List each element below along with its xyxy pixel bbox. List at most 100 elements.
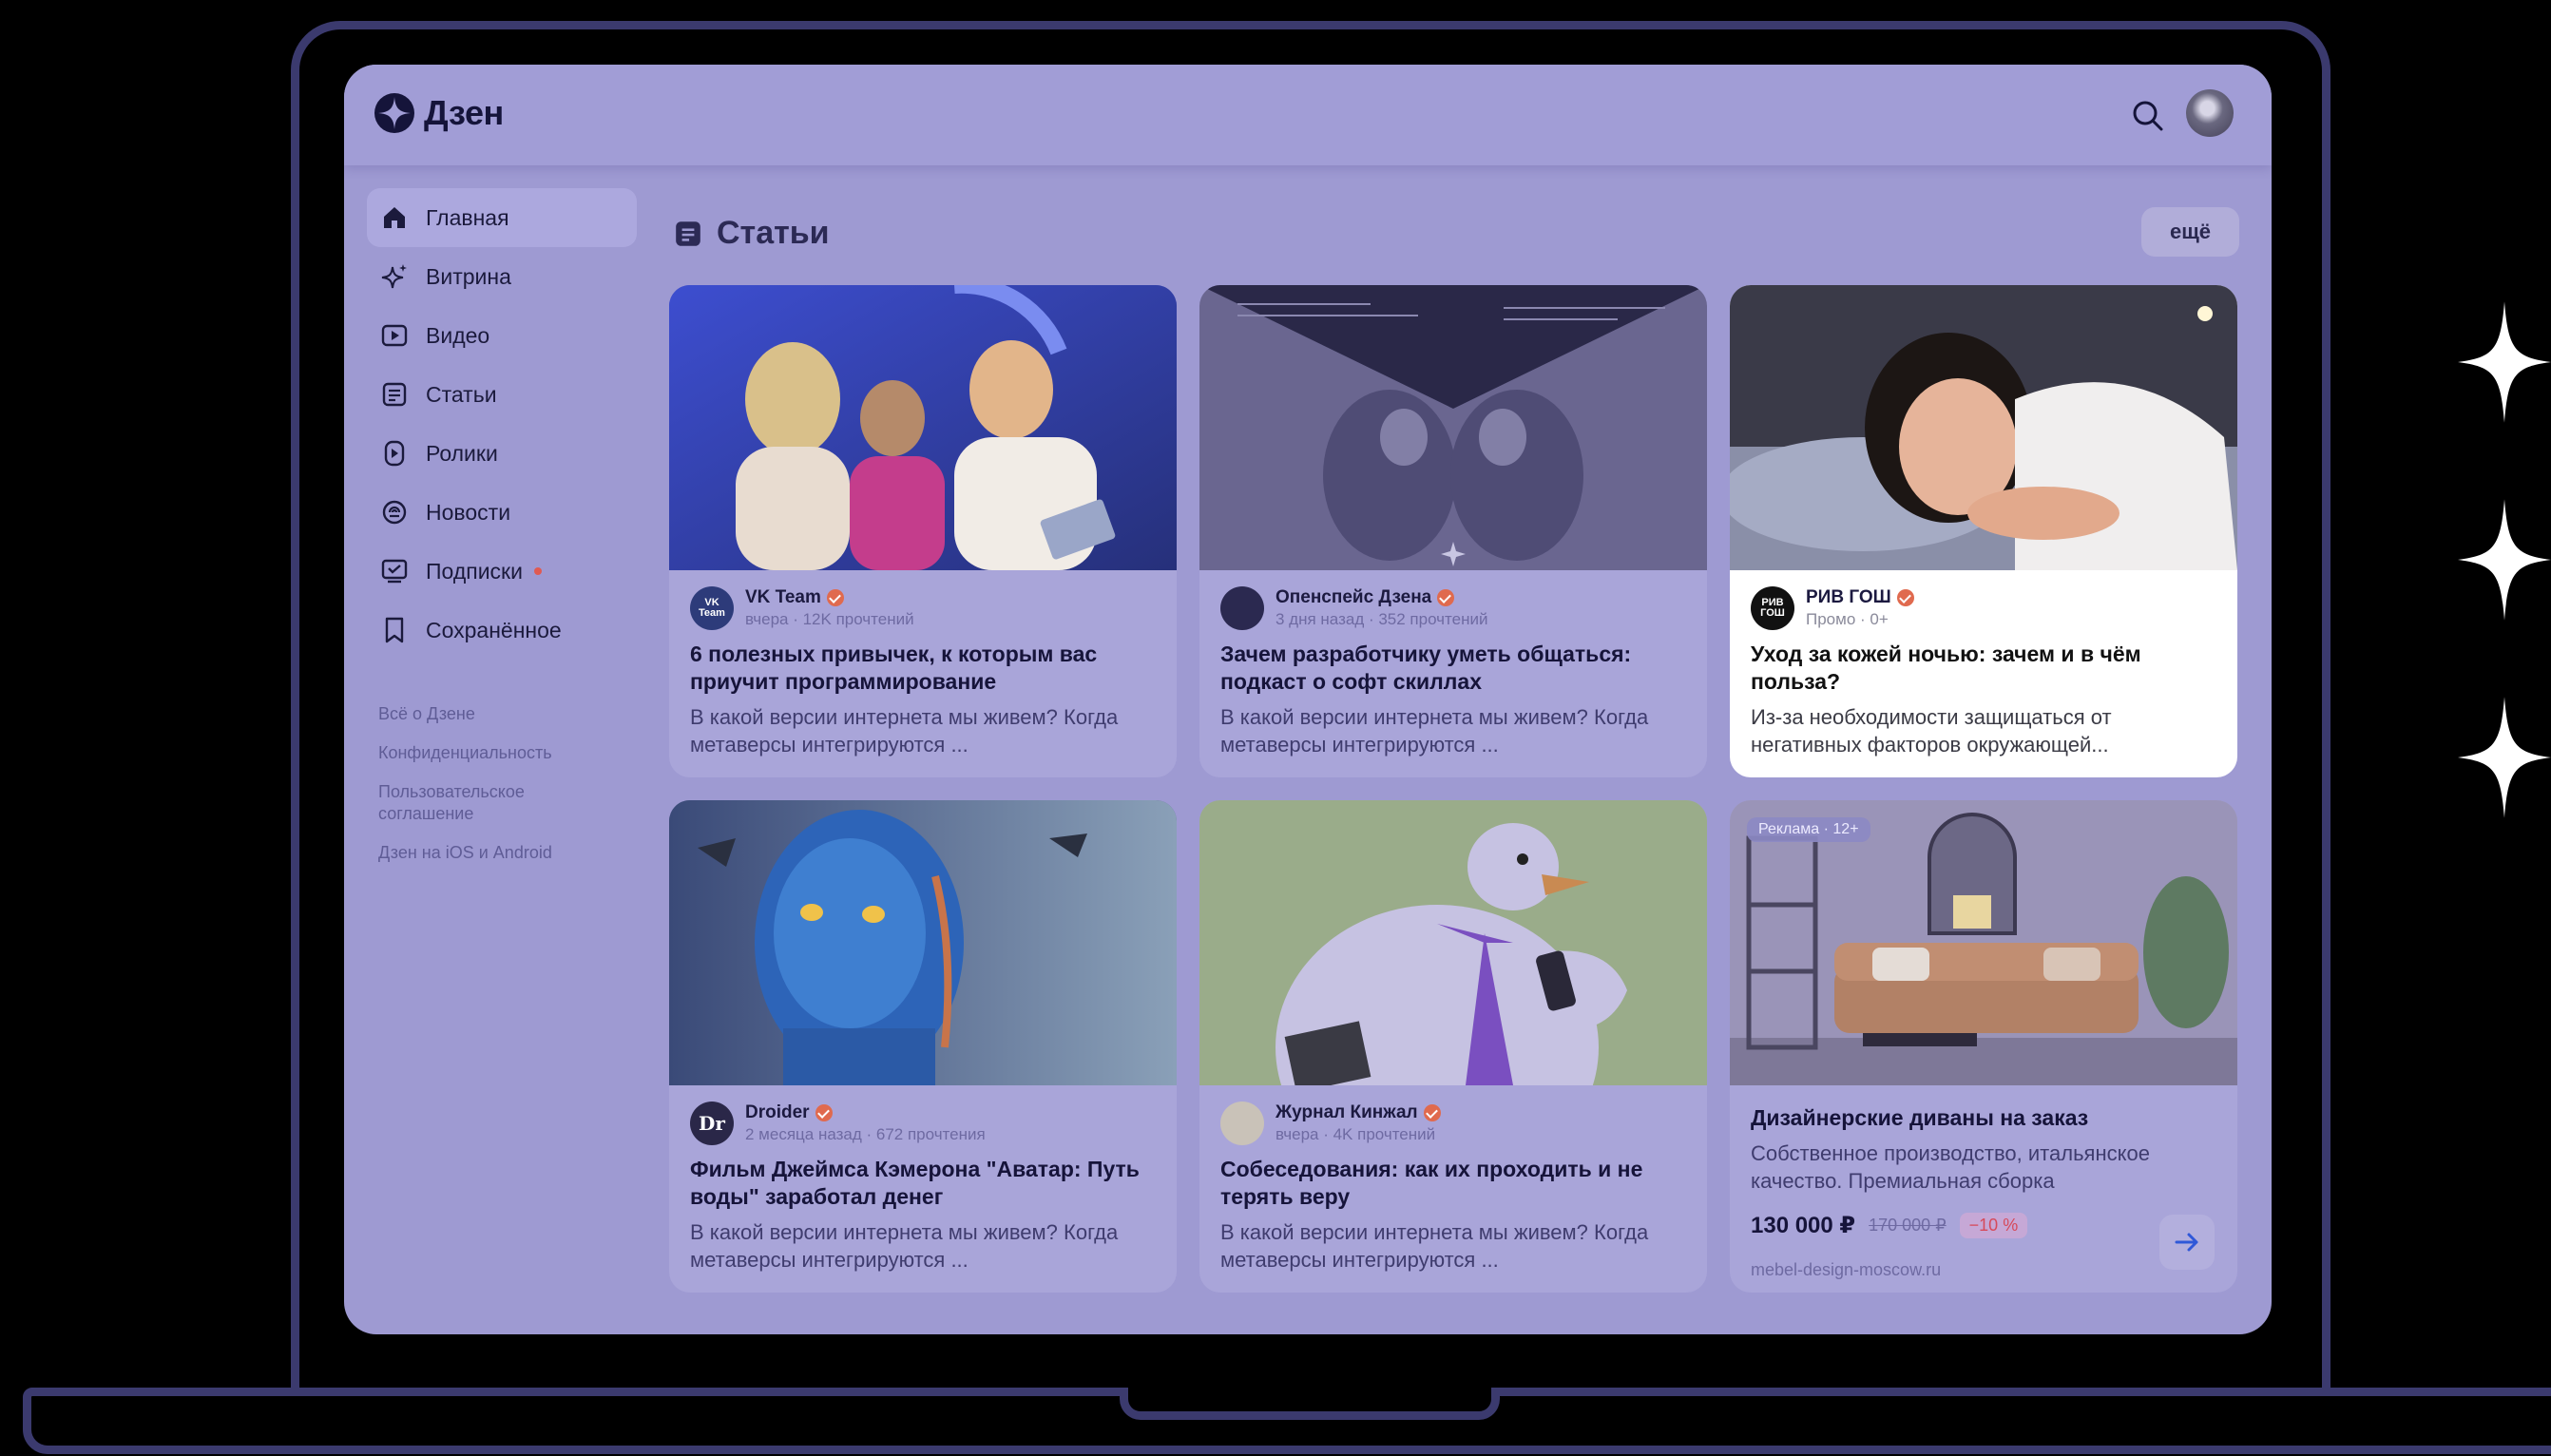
bookmark-icon [380, 616, 409, 644]
footer-link-apps[interactable]: Дзен на iOS и Android [378, 842, 587, 864]
sparkle-icon [2458, 300, 2551, 424]
sidebar-item-label: Статьи [426, 381, 497, 407]
article-snippet: Из-за необходимости защищаться от негати… [1751, 705, 2112, 757]
article-meta: 3 дня назад · 352 прочтений [1276, 610, 1488, 628]
article-meta: вчера · 4K прочтений [1276, 1125, 1436, 1143]
price-row: 130 000 ₽ 170 000 ₽ −10 % [1751, 1212, 2216, 1239]
author-avatar: РИВ ГОШ [1751, 586, 1794, 630]
sidebar-item-articles[interactable]: Статьи [367, 365, 637, 424]
footer-link-about[interactable]: Всё о Дзене [378, 703, 587, 725]
ad-card[interactable]: Реклама · 12+ Дизайнерские диваны на зак… [1730, 800, 2237, 1293]
sidebar-item-showcase[interactable]: Витрина [367, 247, 637, 306]
notification-dot [533, 567, 542, 575]
article-body: Опенспейс Дзена 3 дня назад · 352 прочте… [1199, 570, 1707, 758]
discount-badge: −10 % [1959, 1213, 2028, 1238]
search-icon[interactable] [2129, 97, 2167, 135]
sparkle-icon [2458, 696, 2551, 819]
footer-link-privacy[interactable]: Конфиденциальность [378, 742, 587, 764]
price: 130 000 ₽ [1751, 1213, 1856, 1238]
article-meta: вчера · 12K прочтений [745, 610, 914, 628]
article-title[interactable]: Собеседования: как их проходить и не тер… [1220, 1156, 1686, 1211]
app-screen: Дзен Главная Витрина Видео Статьи Ролики… [344, 65, 2272, 1334]
author-row: Dr Droider 2 месяца назад · 672 прочтени… [690, 1101, 1156, 1146]
author-avatar: VK Team [690, 586, 734, 630]
laptop-notch [1120, 1388, 1500, 1420]
article-title[interactable]: Фильм Джеймса Кэмерона "Аватар: Путь вод… [690, 1156, 1156, 1211]
sidebar-item-saved[interactable]: Сохранённое [367, 601, 637, 660]
article-image [1199, 800, 1707, 1085]
section-header: Статьи [673, 215, 830, 252]
author-row: РИВ ГОШ РИВ ГОШ Промо · 0+ [1751, 585, 2216, 631]
author-name[interactable]: VK Team [745, 587, 914, 608]
article-card-promo[interactable]: РИВ ГОШ РИВ ГОШ Промо · 0+ Уход за кожей… [1730, 285, 2237, 777]
article-title[interactable]: 6 полезных привычек, к которым вас приуч… [690, 641, 1156, 696]
article-body: Журнал Кинжал вчера · 4K прочтений Собес… [1199, 1085, 1707, 1274]
verified-badge-icon [1896, 589, 1914, 606]
sidebar-item-subscriptions[interactable]: Подписки [367, 542, 637, 601]
more-button[interactable]: ещё [2140, 207, 2239, 257]
article-image [1730, 285, 2237, 570]
sidebar-item-news[interactable]: Новости [367, 483, 637, 542]
article-image [669, 285, 1177, 570]
author-name-text: Droider [745, 1102, 810, 1122]
verified-badge-icon [815, 1104, 833, 1121]
sidebar-item-label: Ролики [426, 440, 498, 466]
ad-go-button[interactable] [2159, 1215, 2215, 1270]
sidebar-footer: Всё о Дзене Конфиденциальность Пользоват… [367, 703, 637, 864]
article-body: Dr Droider 2 месяца назад · 672 прочтени… [669, 1085, 1177, 1274]
sidebar-item-clips[interactable]: Ролики [367, 424, 637, 483]
verified-badge-icon [1437, 589, 1455, 606]
article-card[interactable]: VK Team VK Team вчера · 12K прочтений 6 … [669, 285, 1177, 777]
author-name-text: Журнал Кинжал [1276, 1102, 1418, 1122]
article-body: VK Team VK Team вчера · 12K прочтений 6 … [669, 570, 1177, 758]
ad-title[interactable]: Дизайнерские диваны на заказ [1751, 1104, 2216, 1132]
author-avatar [1220, 1102, 1264, 1145]
author-name-text: VK Team [745, 587, 821, 607]
ad-domain[interactable]: mebel-design-moscow.ru [1751, 1260, 2216, 1280]
author-avatar [1220, 586, 1264, 630]
article-snippet: В какой версии интернета мы живем? Когда… [1220, 705, 1649, 757]
article-title[interactable]: Зачем разработчику уметь общаться: подка… [1220, 641, 1686, 696]
home-icon [380, 203, 409, 232]
news-icon [380, 498, 409, 527]
article-meta: 2 месяца назад · 672 прочтения [745, 1125, 986, 1143]
sidebar-item-home[interactable]: Главная [367, 188, 637, 247]
sidebar: Главная Витрина Видео Статьи Ролики Ново… [367, 188, 637, 881]
old-price: 170 000 ₽ [1869, 1216, 1947, 1235]
verified-badge-icon [1423, 1104, 1441, 1121]
video-icon [380, 321, 409, 350]
section-title: Статьи [717, 215, 830, 251]
sparkle-icon [2458, 498, 2551, 622]
sparkle-decoration [2458, 300, 2551, 893]
footer-link-terms[interactable]: Пользовательское соглашение [378, 781, 587, 825]
article-icon [676, 220, 700, 246]
article-body: РИВ ГОШ РИВ ГОШ Промо · 0+ Уход за кожей… [1730, 570, 2237, 758]
author-name[interactable]: Журнал Кинжал [1276, 1102, 1441, 1123]
sidebar-item-label: Подписки [426, 558, 523, 584]
sidebar-item-label: Главная [426, 204, 509, 230]
subscriptions-icon [380, 557, 409, 585]
article-card[interactable]: Опенспейс Дзена 3 дня назад · 352 прочте… [1199, 285, 1707, 777]
clip-icon [380, 439, 409, 468]
author-row: Опенспейс Дзена 3 дня назад · 352 прочте… [1220, 585, 1686, 631]
author-name[interactable]: Droider [745, 1102, 986, 1123]
author-name[interactable]: Опенспейс Дзена [1276, 587, 1487, 608]
author-name-text: Опенспейс Дзена [1276, 587, 1432, 607]
user-avatar[interactable] [2186, 89, 2234, 137]
article-snippet: В какой версии интернета мы живем? Когда… [1220, 1220, 1649, 1272]
ad-image: Реклама · 12+ [1730, 800, 2237, 1085]
ad-badge: Реклама · 12+ [1747, 817, 1870, 842]
author-name-text: РИВ ГОШ [1806, 587, 1891, 607]
article-card[interactable]: Журнал Кинжал вчера · 4K прочтений Собес… [1199, 800, 1707, 1293]
app-name: Дзен [424, 93, 504, 132]
ad-snippet: Собственное производство, итальянское ка… [1751, 1141, 2150, 1193]
sidebar-item-label: Новости [426, 499, 511, 525]
article-icon [380, 380, 409, 409]
article-meta: Промо · 0+ [1806, 610, 1889, 628]
author-name[interactable]: РИВ ГОШ [1806, 587, 1914, 608]
article-title[interactable]: Уход за кожей ночью: зачем и в чём польз… [1751, 641, 2216, 696]
logo[interactable]: Дзен [374, 93, 504, 133]
author-row: Журнал Кинжал вчера · 4K прочтений [1220, 1101, 1686, 1146]
sidebar-item-video[interactable]: Видео [367, 306, 637, 365]
article-card[interactable]: Dr Droider 2 месяца назад · 672 прочтени… [669, 800, 1177, 1293]
